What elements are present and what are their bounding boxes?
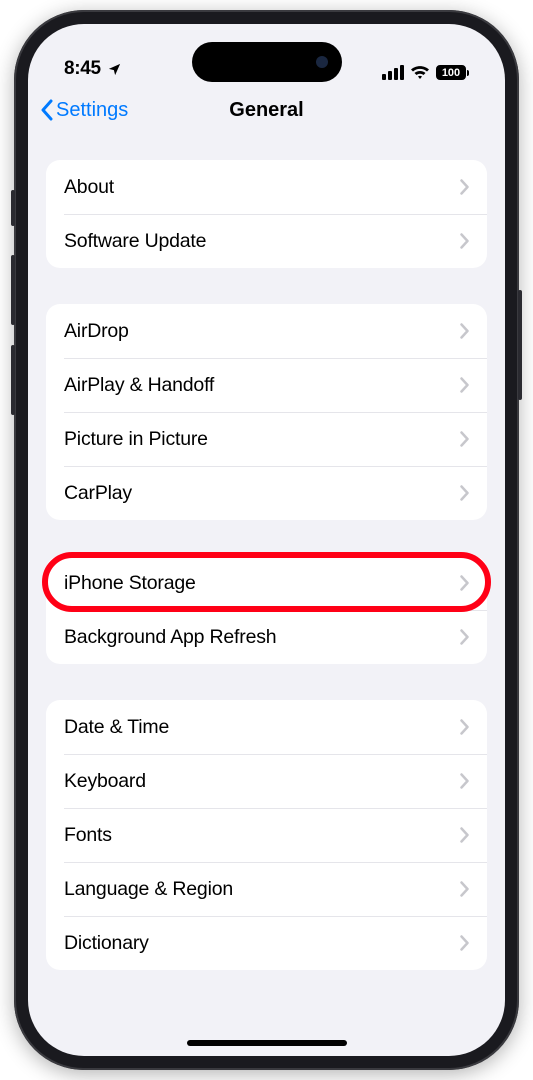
settings-group: About Software Update — [46, 160, 487, 268]
settings-group: Date & Time Keyboard Fonts Language & Regio… — [46, 700, 487, 970]
row-software-update[interactable]: Software Update — [46, 214, 487, 268]
wifi-icon — [410, 65, 430, 80]
chevron-right-icon — [460, 575, 469, 591]
row-carplay[interactable]: CarPlay — [46, 466, 487, 520]
settings-group: AirDrop AirPlay & Handoff Picture in Pictu… — [46, 304, 487, 520]
row-label: Date & Time — [64, 716, 460, 739]
row-label: AirDrop — [64, 320, 460, 343]
chevron-right-icon — [460, 485, 469, 501]
row-iphone-storage[interactable]: iPhone Storage — [46, 556, 487, 610]
row-about[interactable]: About — [46, 160, 487, 214]
chevron-right-icon — [460, 323, 469, 339]
status-right: 100 — [382, 65, 469, 80]
status-left: 8:45 — [64, 58, 122, 80]
nav-bar: Settings General — [28, 84, 505, 136]
row-label: Keyboard — [64, 770, 460, 793]
back-button[interactable]: Settings — [40, 99, 128, 122]
row-label: iPhone Storage — [64, 572, 460, 595]
cellular-icon — [382, 65, 404, 80]
row-airplay-handoff[interactable]: AirPlay & Handoff — [46, 358, 487, 412]
mute-switch — [11, 190, 15, 226]
row-background-app-refresh[interactable]: Background App Refresh — [46, 610, 487, 664]
row-picture-in-picture[interactable]: Picture in Picture — [46, 412, 487, 466]
row-keyboard[interactable]: Keyboard — [46, 754, 487, 808]
row-label: Fonts — [64, 824, 460, 847]
row-label: Dictionary — [64, 932, 460, 955]
screen: 8:45 100 Settings General About Software … — [28, 24, 505, 1056]
chevron-right-icon — [460, 773, 469, 789]
row-dictionary[interactable]: Dictionary — [46, 916, 487, 970]
row-label: Picture in Picture — [64, 428, 460, 451]
dynamic-island — [192, 42, 342, 82]
home-indicator[interactable] — [187, 1040, 347, 1046]
chevron-right-icon — [460, 377, 469, 393]
row-label: CarPlay — [64, 482, 460, 505]
battery-icon: 100 — [436, 65, 469, 80]
row-date-time[interactable]: Date & Time — [46, 700, 487, 754]
camera-dot — [316, 56, 328, 68]
chevron-left-icon — [40, 99, 54, 121]
location-icon — [107, 62, 122, 77]
row-language-region[interactable]: Language & Region — [46, 862, 487, 916]
phone-frame: 8:45 100 Settings General About Software … — [14, 10, 519, 1070]
chevron-right-icon — [460, 935, 469, 951]
volume-up-button — [11, 255, 15, 325]
row-label: Language & Region — [64, 878, 460, 901]
chevron-right-icon — [460, 629, 469, 645]
row-fonts[interactable]: Fonts — [46, 808, 487, 862]
settings-group: iPhone Storage Background App Refresh — [46, 556, 487, 664]
settings-content[interactable]: About Software Update AirDrop AirPlay & Han… — [28, 136, 505, 970]
chevron-right-icon — [460, 179, 469, 195]
back-label: Settings — [56, 99, 128, 122]
row-airdrop[interactable]: AirDrop — [46, 304, 487, 358]
chevron-right-icon — [460, 431, 469, 447]
chevron-right-icon — [460, 881, 469, 897]
volume-down-button — [11, 345, 15, 415]
page-title: General — [229, 99, 303, 122]
row-label: About — [64, 176, 460, 199]
power-button — [518, 290, 522, 400]
status-time: 8:45 — [64, 58, 101, 80]
chevron-right-icon — [460, 233, 469, 249]
battery-level: 100 — [442, 67, 460, 79]
row-label: Background App Refresh — [64, 626, 460, 649]
chevron-right-icon — [460, 827, 469, 843]
chevron-right-icon — [460, 719, 469, 735]
row-label: Software Update — [64, 230, 460, 253]
row-label: AirPlay & Handoff — [64, 374, 460, 397]
